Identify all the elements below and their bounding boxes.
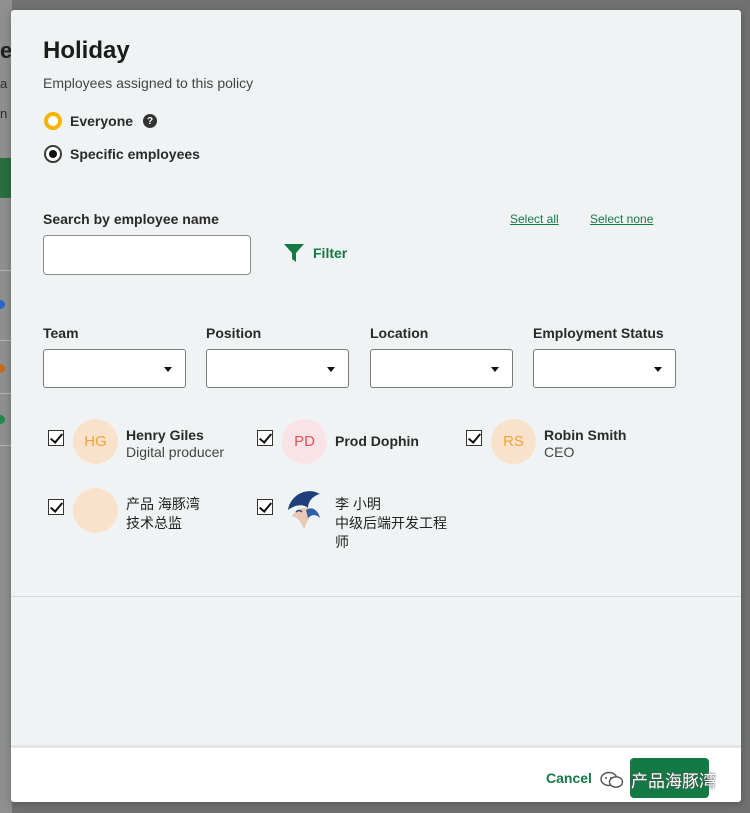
employee-checkbox[interactable] bbox=[466, 430, 482, 446]
employee-search-input[interactable] bbox=[43, 235, 251, 275]
cancel-button[interactable]: Cancel bbox=[546, 770, 592, 786]
radio-specific-employees[interactable]: Specific employees bbox=[44, 145, 200, 163]
radio-specific-employees-control[interactable] bbox=[44, 145, 62, 163]
employee-info: Prod Dophin bbox=[335, 433, 419, 450]
employment-status-select[interactable] bbox=[533, 349, 676, 388]
radio-specific-employees-label: Specific employees bbox=[70, 146, 200, 162]
employee-position: CEO bbox=[544, 444, 575, 460]
location-filter-label: Location bbox=[370, 325, 429, 341]
employee-name: Prod Dophin bbox=[335, 433, 419, 449]
employee-info: 产品 海豚湾 技术总监 bbox=[126, 495, 200, 533]
employee-name: Henry Giles bbox=[126, 427, 204, 443]
team-filter-label: Team bbox=[43, 325, 79, 341]
employee-name: 产品 海豚湾 bbox=[126, 496, 200, 512]
employee-checkbox[interactable] bbox=[257, 499, 273, 515]
avatar bbox=[282, 488, 327, 533]
save-button[interactable] bbox=[630, 758, 709, 798]
team-select[interactable] bbox=[43, 349, 186, 388]
employee-item: PD Prod Dophin bbox=[257, 419, 419, 464]
position-filter-label: Position bbox=[206, 325, 262, 341]
radio-everyone-control[interactable] bbox=[44, 112, 62, 130]
chevron-down-icon bbox=[327, 367, 335, 372]
employee-info: Henry Giles Digital producer bbox=[126, 427, 224, 461]
employee-name: Robin Smith bbox=[544, 427, 627, 443]
employee-item: 产品 海豚湾 技术总监 bbox=[48, 488, 200, 533]
help-icon[interactable]: ? bbox=[143, 114, 158, 128]
modal-subtitle: Employees assigned to this policy bbox=[43, 75, 254, 91]
position-select[interactable] bbox=[206, 349, 349, 388]
employee-item: RS Robin Smith CEO bbox=[466, 419, 626, 464]
radio-everyone[interactable]: Everyone ? bbox=[44, 112, 158, 130]
background-text-fragment: n bbox=[0, 106, 8, 121]
employment-status-filter-label: Employment Status bbox=[533, 325, 664, 341]
filter-icon bbox=[284, 244, 304, 262]
avatar: HG bbox=[73, 419, 118, 464]
avatar: PD bbox=[282, 419, 327, 464]
employee-name: 李 小明 bbox=[335, 496, 381, 512]
background-text-fragment: a bbox=[0, 76, 8, 91]
assign-employees-modal: Holiday Employees assigned to this polic… bbox=[11, 10, 741, 802]
filter-button-label: Filter bbox=[313, 245, 348, 261]
employee-info: Robin Smith CEO bbox=[544, 427, 626, 461]
chevron-down-icon bbox=[164, 367, 172, 372]
background-button-fragment bbox=[0, 158, 11, 198]
employee-checkbox[interactable] bbox=[257, 430, 273, 446]
dolphin-avatar-icon bbox=[288, 491, 320, 530]
filter-button[interactable]: Filter bbox=[283, 242, 347, 264]
modal-footer: Cancel 产品海豚湾 bbox=[11, 745, 741, 802]
employee-item: HG Henry Giles Digital producer bbox=[48, 419, 224, 464]
employee-checkbox[interactable] bbox=[48, 430, 64, 446]
employee-checkbox[interactable] bbox=[48, 499, 64, 515]
modal-divider bbox=[11, 596, 741, 597]
select-all-link[interactable]: Select all bbox=[510, 212, 559, 226]
chevron-down-icon bbox=[654, 367, 662, 372]
employee-position: Digital producer bbox=[126, 444, 225, 460]
employee-info: 李 小明 中级后端开发工程师 bbox=[335, 495, 455, 552]
employee-position: 中级后端开发工程师 bbox=[335, 515, 447, 550]
wechat-icon bbox=[600, 771, 624, 788]
modal-title: Holiday bbox=[43, 37, 130, 64]
avatar: RS bbox=[491, 419, 536, 464]
select-none-link[interactable]: Select none bbox=[590, 212, 653, 226]
radio-everyone-label: Everyone bbox=[70, 113, 134, 129]
employee-item: 李 小明 中级后端开发工程师 bbox=[257, 488, 455, 552]
employee-position: 技术总监 bbox=[126, 515, 182, 531]
chevron-down-icon bbox=[491, 367, 499, 372]
search-label: Search by employee name bbox=[43, 211, 219, 227]
avatar bbox=[73, 488, 118, 533]
location-select[interactable] bbox=[370, 349, 513, 388]
